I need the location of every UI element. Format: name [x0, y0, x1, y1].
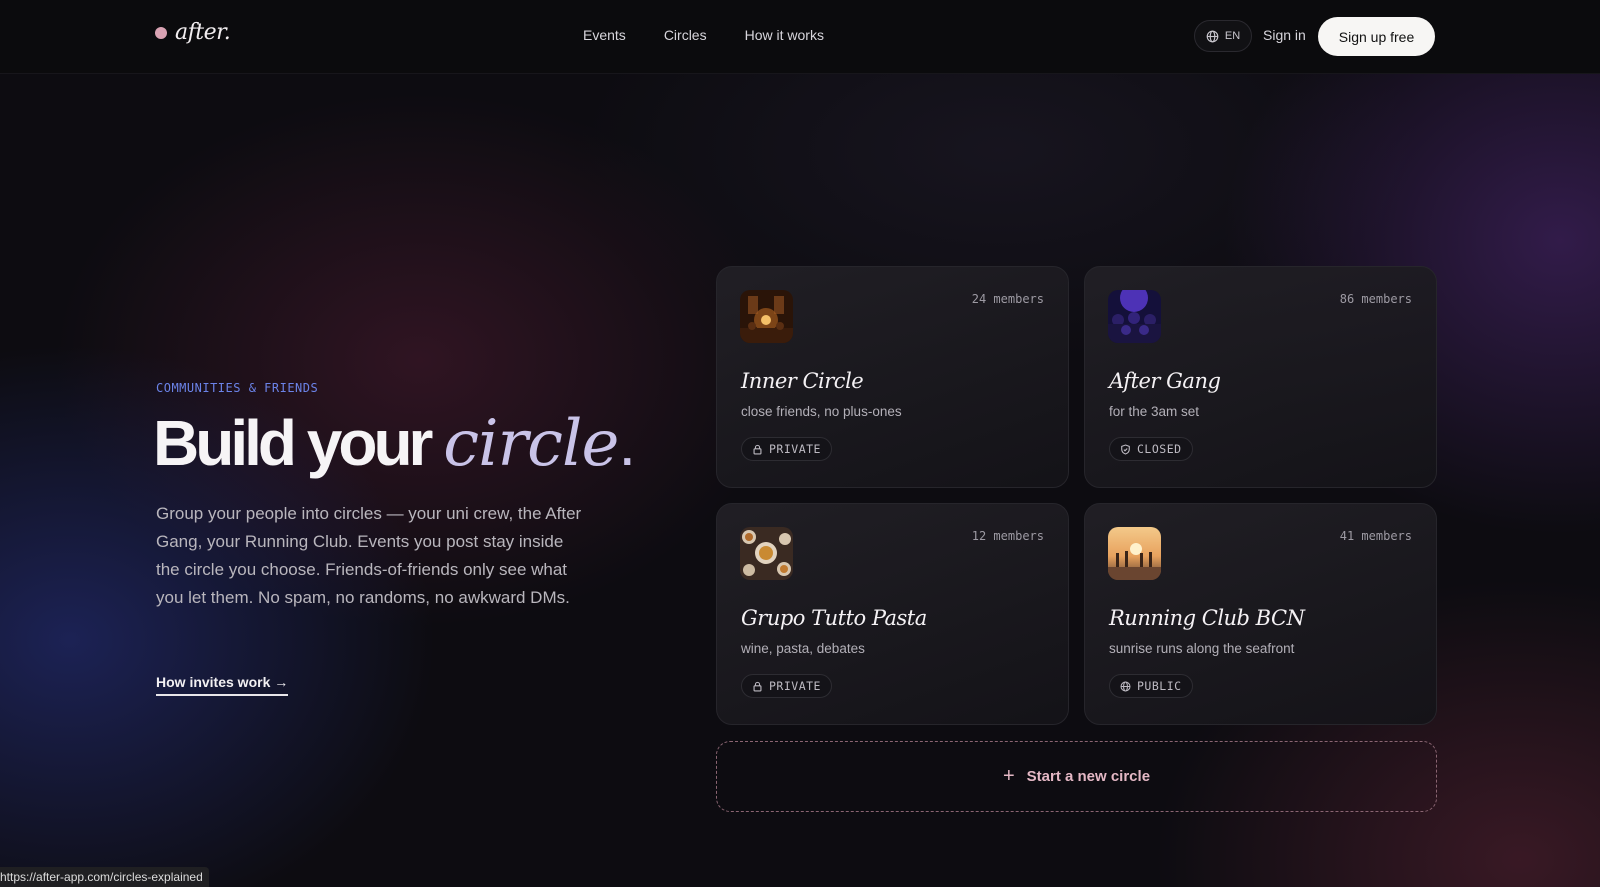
headline-period: .	[618, 407, 637, 479]
circle-title: Grupo Tutto Pasta	[741, 606, 927, 630]
circle-card-inner-circle[interactable]: 24 members Inner Circle close friends, n…	[716, 266, 1069, 488]
badge-label: PRIVATE	[769, 679, 821, 693]
nav-link-how-it-works[interactable]: How it works	[745, 27, 824, 43]
nav-links: Events Circles How it works	[583, 27, 824, 43]
logo-dot	[155, 26, 167, 39]
sign-up-button[interactable]: Sign up free	[1318, 17, 1435, 56]
privacy-badge: PUBLIC	[1109, 674, 1193, 698]
circle-subtitle: sunrise runs along the seafront	[1109, 641, 1295, 656]
member-count: 41 members	[1339, 529, 1412, 543]
sign-in-link[interactable]: Sign in	[1263, 27, 1306, 43]
member-count: 24 members	[971, 292, 1044, 306]
member-count: 86 members	[1339, 292, 1412, 306]
language-label: EN	[1224, 30, 1241, 42]
badge-label: CLOSED	[1137, 442, 1182, 456]
circle-title: Running Club BCN	[1109, 606, 1305, 630]
member-count: 12 members	[971, 529, 1044, 543]
headline-accent: circle	[443, 407, 619, 481]
circle-thumbnail	[1108, 290, 1161, 343]
circle-card-after-gang[interactable]: 86 members After Gang for the 3am set CL…	[1084, 266, 1437, 488]
circle-card-running-club-bcn[interactable]: 41 members Running Club BCN sunrise runs…	[1084, 503, 1437, 725]
circle-card-grupo-tutto-pasta[interactable]: 12 members Grupo Tutto Pasta wine, pasta…	[716, 503, 1069, 725]
browser-status-url: https://after-app.com/circles-explained	[0, 867, 209, 887]
nav-link-circles[interactable]: Circles	[664, 27, 707, 43]
hero-description: Group your people into circles — your un…	[156, 504, 582, 607]
circle-subtitle: close friends, no plus-ones	[741, 404, 902, 419]
start-new-circle-label: Start a new circle	[1026, 768, 1151, 785]
top-nav: after. Events Circles How it works EN Si…	[0, 0, 1600, 74]
globe-icon	[1206, 30, 1219, 42]
headline-plain: Build your	[153, 407, 433, 479]
lock-icon	[753, 681, 762, 692]
privacy-badge: PRIVATE	[741, 437, 832, 461]
circle-title: Inner Circle	[741, 369, 864, 393]
badge-label: PUBLIC	[1137, 679, 1182, 693]
circle-subtitle: for the 3am set	[1109, 404, 1200, 419]
nav-link-events[interactable]: Events	[583, 27, 626, 43]
shield-icon	[1121, 443, 1130, 455]
privacy-badge: CLOSED	[1109, 437, 1193, 461]
page-title: Build your circle.	[153, 404, 636, 483]
circle-subtitle: wine, pasta, debates	[741, 641, 865, 656]
circle-thumbnail	[1108, 527, 1161, 580]
how-invites-work-link[interactable]: How invites work →	[156, 674, 289, 696]
circle-title: After Gang	[1109, 369, 1221, 393]
start-new-circle-button[interactable]: + Start a new circle	[716, 741, 1437, 812]
globe-icon	[1120, 681, 1131, 691]
privacy-badge: PRIVATE	[741, 674, 832, 698]
plus-icon: +	[1002, 765, 1015, 787]
language-selector[interactable]: EN	[1194, 20, 1252, 52]
eyebrow-label: COMMUNITIES & FRIENDS	[156, 381, 319, 395]
logo-text: after.	[175, 20, 231, 45]
circle-thumbnail	[740, 527, 793, 580]
logo[interactable]: after.	[155, 20, 231, 45]
lock-icon	[753, 444, 762, 455]
badge-label: PRIVATE	[769, 442, 821, 456]
circle-thumbnail	[740, 290, 793, 343]
